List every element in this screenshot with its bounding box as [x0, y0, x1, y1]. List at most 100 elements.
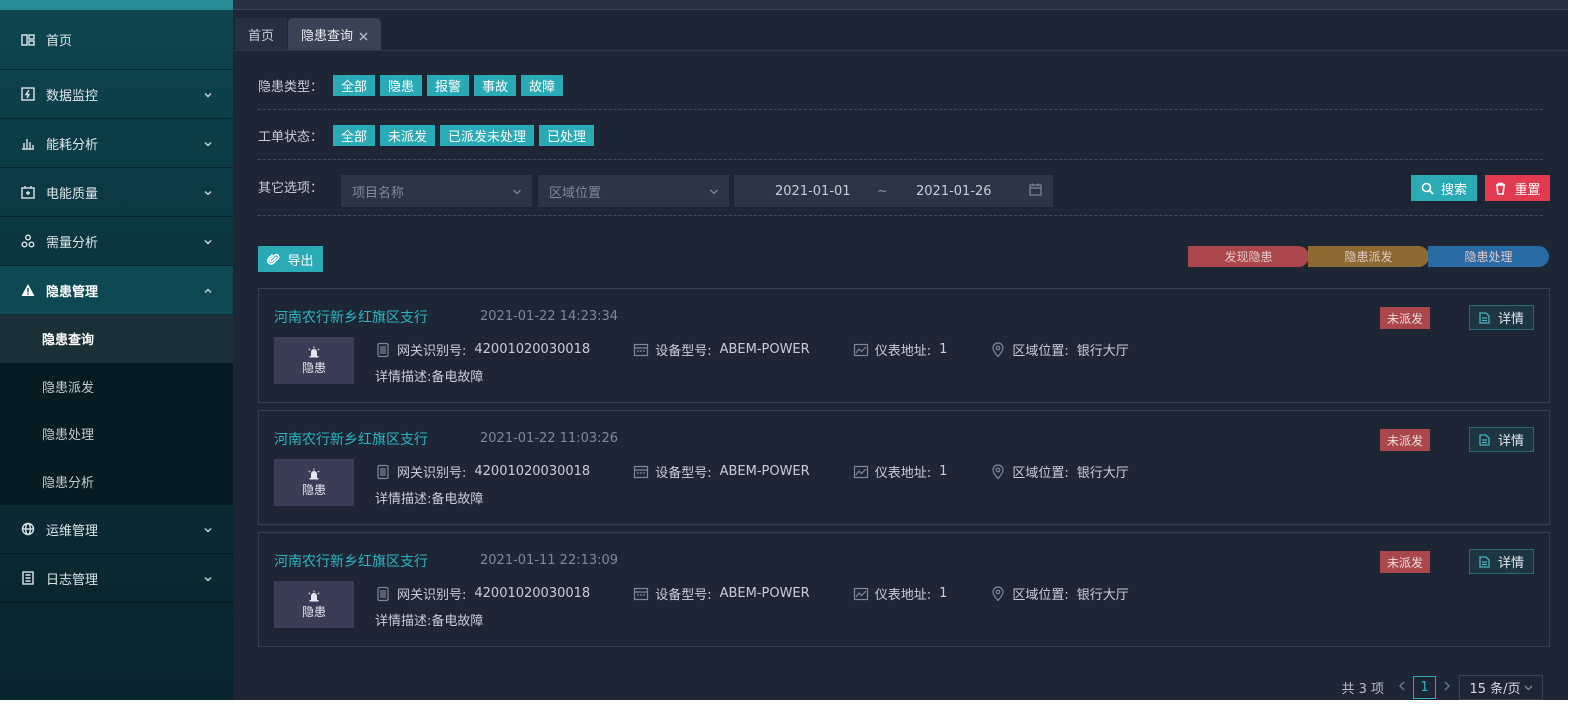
chevron-down-icon: [203, 236, 213, 246]
thumbnail-label: 隐患: [301, 604, 326, 619]
search-button[interactable]: 搜索: [1411, 175, 1477, 201]
tab-home[interactable]: 首页: [235, 18, 289, 50]
tab-hazard-query[interactable]: 隐患查询: [288, 18, 383, 50]
date-start-input[interactable]: 2021-01-01: [775, 184, 851, 199]
step-label: 隐患处理: [1464, 250, 1513, 264]
total-count: 共 3 项: [1341, 682, 1384, 697]
chevron-down-icon: [203, 524, 213, 534]
detail-button[interactable]: 详情: [1469, 305, 1534, 330]
tab-divider: [233, 50, 1568, 51]
sidebar-item-log-management[interactable]: 日志管理: [0, 554, 233, 603]
device-icon: [634, 343, 649, 356]
status-badge: 未派发: [1380, 429, 1430, 451]
status-dispatched-unhandled-chip[interactable]: 已派发未处理: [440, 125, 535, 146]
thumbnail-label: 隐患: [301, 360, 326, 375]
sidebar-item-energy-analysis[interactable]: 能耗分析: [0, 119, 233, 168]
order-status-label: 工单状态：: [258, 130, 324, 145]
chevron-down-icon: [203, 138, 213, 148]
gateway-field: 网关识别号: 42001020030018: [375, 340, 590, 359]
date-range-picker[interactable]: 2021-01-01 ~ 2021-01-26: [734, 175, 1053, 207]
document-icon: [1479, 433, 1490, 446]
project-name-select[interactable]: 项目名称: [341, 175, 532, 207]
sidebar-item-home[interactable]: 首页: [0, 10, 233, 70]
device-fields: 网关识别号: 42001020030018 设备型号: ABEM-POWER 仪…: [375, 462, 1172, 481]
status-badge: 未派发: [1380, 551, 1430, 573]
gateway-icon: [377, 586, 389, 601]
reset-button[interactable]: 重置: [1485, 175, 1550, 201]
chevron-right-icon[interactable]: [1442, 680, 1451, 695]
sidebar-subitem-hazard-query[interactable]: 隐患查询: [0, 315, 233, 363]
gateway-label: 网关识别号:: [397, 344, 467, 359]
sidebar-item-label: 日志管理: [46, 572, 99, 588]
sidebar-item-hazard-management[interactable]: 隐患管理: [0, 266, 233, 315]
bar-chart-icon: [20, 135, 36, 151]
card-title[interactable]: 河南农行新乡红旗区支行: [274, 307, 428, 327]
meter-icon: [853, 465, 868, 478]
card-title[interactable]: 河南农行新乡红旗区支行: [274, 551, 428, 571]
sidebar-subitem-hazard-analysis[interactable]: 隐患分析: [0, 458, 233, 506]
model-field: 设备型号: ABEM-POWER: [633, 584, 810, 603]
detail-button[interactable]: 详情: [1469, 427, 1534, 452]
area-value: 银行大厅: [1076, 588, 1129, 603]
sidebar-subitem-hazard-dispatch[interactable]: 隐患派发: [0, 363, 233, 411]
location-icon: [992, 341, 1004, 357]
page-size-select[interactable]: 15 条/页: [1459, 675, 1543, 700]
hazard-type-hazard-chip[interactable]: 隐患: [380, 75, 423, 96]
detail-button[interactable]: 详情: [1469, 549, 1534, 574]
sidebar-item-ops-management[interactable]: 运维管理: [0, 505, 233, 554]
hazard-type-accident-chip[interactable]: 事故: [474, 75, 517, 96]
hazard-type-all-chip[interactable]: 全部: [333, 75, 376, 96]
chevron-down-icon: [512, 186, 522, 196]
hazard-type-fault-chip[interactable]: 故障: [521, 75, 564, 96]
search-icon: [1421, 182, 1434, 195]
model-value: ABEM-POWER: [719, 342, 810, 357]
status-all-chip[interactable]: 全部: [333, 125, 376, 146]
area-location-select[interactable]: 区域位置: [538, 175, 729, 207]
project-name-placeholder: 项目名称: [352, 185, 405, 201]
sidebar-item-label: 首页: [46, 34, 73, 49]
sidebar-item-demand-analysis[interactable]: 需量分析: [0, 217, 233, 266]
area-field: 区域位置: 银行大厅: [990, 462, 1129, 481]
date-end-input[interactable]: 2021-01-26: [916, 184, 992, 199]
gateway-label: 网关识别号:: [397, 588, 467, 603]
device-fields: 网关识别号: 42001020030018 设备型号: ABEM-POWER 仪…: [375, 340, 1172, 359]
card-title[interactable]: 河南农行新乡红旗区支行: [274, 429, 428, 449]
chevron-down-icon: [1524, 685, 1532, 690]
close-icon[interactable]: [359, 30, 368, 40]
chevron-up-icon: [203, 285, 213, 295]
status-badge: 未派发: [1380, 307, 1430, 329]
sidebar-item-label: 数据监控: [46, 88, 99, 104]
gateway-field: 网关识别号: 42001020030018: [375, 462, 590, 481]
sidebar-item-data-monitor[interactable]: 数据监控: [0, 70, 233, 119]
card-time: 2021-01-22 11:03:26: [480, 431, 619, 446]
other-options-label: 其它选项：: [258, 181, 324, 196]
area-value: 银行大厅: [1076, 466, 1129, 481]
model-field: 设备型号: ABEM-POWER: [633, 462, 810, 481]
model-value: ABEM-POWER: [719, 586, 810, 601]
chevron-down-icon: [203, 187, 213, 197]
chevron-left-icon[interactable]: [1398, 680, 1407, 695]
meter-icon: [853, 343, 868, 356]
status-undispatched-chip[interactable]: 未派发: [380, 125, 436, 146]
sidebar-item-power-quality[interactable]: 电能质量: [0, 168, 233, 217]
date-separator: ~: [877, 183, 888, 199]
calendar-icon[interactable]: [1029, 183, 1042, 200]
hazard-type-alarm-chip[interactable]: 报警: [427, 75, 470, 96]
thumbnail-label: 隐患: [301, 482, 326, 497]
sidebar-top-accent: [0, 0, 233, 10]
card-description: 详情描述:备电故障: [375, 370, 484, 385]
alarm-light-icon: [308, 468, 320, 479]
sidebar-subitem-hazard-handling[interactable]: 隐患处理: [0, 410, 233, 458]
meter-label: 仪表地址:: [874, 344, 932, 359]
status-handled-chip[interactable]: 已处理: [539, 125, 595, 146]
divider: [258, 215, 1543, 216]
hazard-card: 河南农行新乡红旗区支行 2021-01-11 22:13:09 未派发 详情 隐…: [258, 532, 1550, 647]
sidebar: 首页 数据监控 能耗分析 电能质量 需量分析 隐患管理 隐患查询 隐患派发 隐患…: [0, 0, 233, 700]
battery-icon: [20, 184, 36, 200]
export-button[interactable]: 导出: [258, 246, 323, 272]
gateway-label: 网关识别号:: [397, 466, 467, 481]
process-steps: 发现隐患 隐患派发 隐患处理: [1188, 246, 1549, 267]
page-number[interactable]: 1: [1413, 676, 1436, 699]
gateway-field: 网关识别号: 42001020030018: [375, 584, 590, 603]
chevron-down-icon: [709, 186, 719, 196]
